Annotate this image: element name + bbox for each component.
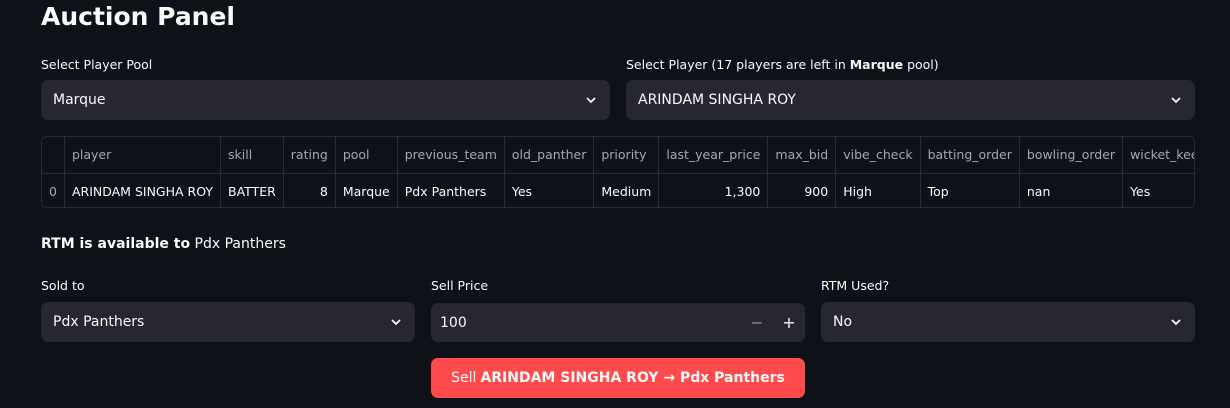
- cell-vibe-check[interactable]: High: [835, 173, 921, 207]
- rtm-used-select[interactable]: No: [821, 302, 1195, 342]
- cell-batting-order[interactable]: Top: [920, 173, 1020, 207]
- player-select-value: ARINDAM SINGHA ROY: [638, 92, 796, 108]
- rtm-info: RTM is available to Pdx Panthers: [41, 236, 286, 252]
- page-title: Auction Panel: [41, 2, 236, 31]
- table-header-row: player skill rating pool previous_team o…: [42, 137, 1194, 174]
- column-header-previous-team[interactable]: previous_team: [397, 137, 505, 174]
- sold-to-label: Sold to: [41, 278, 85, 293]
- player-select-label-pool: Marque: [849, 57, 904, 72]
- sell-button-detail: ARINDAM SINGHA ROY → Pdx Panthers: [480, 370, 785, 386]
- column-header-batting-order[interactable]: batting_order: [920, 137, 1020, 174]
- sold-to-value: Pdx Panthers: [53, 314, 145, 330]
- rtm-used-value: No: [833, 314, 853, 330]
- cell-player[interactable]: ARINDAM SINGHA ROY: [64, 173, 222, 207]
- cell-skill[interactable]: BATTER: [220, 173, 284, 207]
- player-pool-label: Select Player Pool: [41, 57, 153, 72]
- cell-priority[interactable]: Medium: [593, 173, 660, 207]
- table-row[interactable]: 0 ARINDAM SINGHA ROY BATTER 8 Marque Pdx…: [42, 173, 1194, 207]
- column-header-skill[interactable]: skill: [220, 137, 284, 174]
- decrement-button[interactable]: −: [741, 303, 773, 342]
- cell-max-bid[interactable]: 900: [767, 173, 837, 207]
- column-header-rating[interactable]: rating: [283, 137, 336, 174]
- player-dataframe[interactable]: player skill rating pool previous_team o…: [41, 136, 1195, 208]
- rtm-used-label: RTM Used?: [821, 278, 890, 293]
- chevron-down-icon: [584, 93, 598, 107]
- rtm-info-prefix: RTM is available to: [41, 236, 191, 252]
- column-header-vibe-check[interactable]: vibe_check: [835, 137, 921, 174]
- sell-button-prefix: Sell: [451, 370, 477, 386]
- cell-rating[interactable]: 8: [283, 173, 336, 207]
- rtm-info-team: Pdx Panthers: [194, 236, 286, 252]
- chevron-down-icon: [1169, 93, 1183, 107]
- column-header-player[interactable]: player: [64, 137, 222, 174]
- sell-price-value[interactable]: 100: [431, 315, 741, 331]
- player-select-label-prefix: Select Player (17 players are left in: [626, 57, 850, 72]
- sell-price-input[interactable]: 100 − +: [431, 303, 805, 342]
- column-header-last-year-price[interactable]: last_year_price: [658, 137, 769, 174]
- cell-previous-team[interactable]: Pdx Panthers: [397, 173, 505, 207]
- player-select-label: Select Player (17 players are left in Ma…: [626, 57, 939, 72]
- column-header-priority[interactable]: priority: [593, 137, 660, 174]
- sold-to-select[interactable]: Pdx Panthers: [41, 302, 415, 342]
- cell-old-panther[interactable]: Yes: [504, 173, 595, 207]
- sell-button[interactable]: Sell ARINDAM SINGHA ROY → Pdx Panthers: [431, 358, 805, 398]
- player-select[interactable]: ARINDAM SINGHA ROY: [626, 80, 1195, 120]
- increment-button[interactable]: +: [773, 303, 805, 342]
- player-pool-value: Marque: [53, 92, 106, 108]
- player-select-label-suffix: pool): [903, 57, 939, 72]
- chevron-down-icon: [389, 315, 403, 329]
- column-header-wicket-keeper[interactable]: wicket_keeper: [1122, 137, 1194, 174]
- column-header-max-bid[interactable]: max_bid: [767, 137, 837, 174]
- cell-bowling-order[interactable]: nan: [1019, 173, 1124, 207]
- cell-wicket-keeper[interactable]: Yes: [1122, 173, 1194, 207]
- column-header-index[interactable]: [42, 137, 65, 174]
- player-table: player skill rating pool previous_team o…: [42, 137, 1194, 207]
- cell-pool[interactable]: Marque: [335, 173, 398, 207]
- player-pool-select[interactable]: Marque: [41, 80, 610, 120]
- cell-last-year-price[interactable]: 1,300: [658, 173, 769, 207]
- column-header-pool[interactable]: pool: [335, 137, 398, 174]
- cell-index[interactable]: 0: [42, 173, 65, 207]
- chevron-down-icon: [1169, 315, 1183, 329]
- column-header-bowling-order[interactable]: bowling_order: [1019, 137, 1124, 174]
- column-header-old-panther[interactable]: old_panther: [504, 137, 595, 174]
- sell-price-label: Sell Price: [431, 278, 489, 293]
